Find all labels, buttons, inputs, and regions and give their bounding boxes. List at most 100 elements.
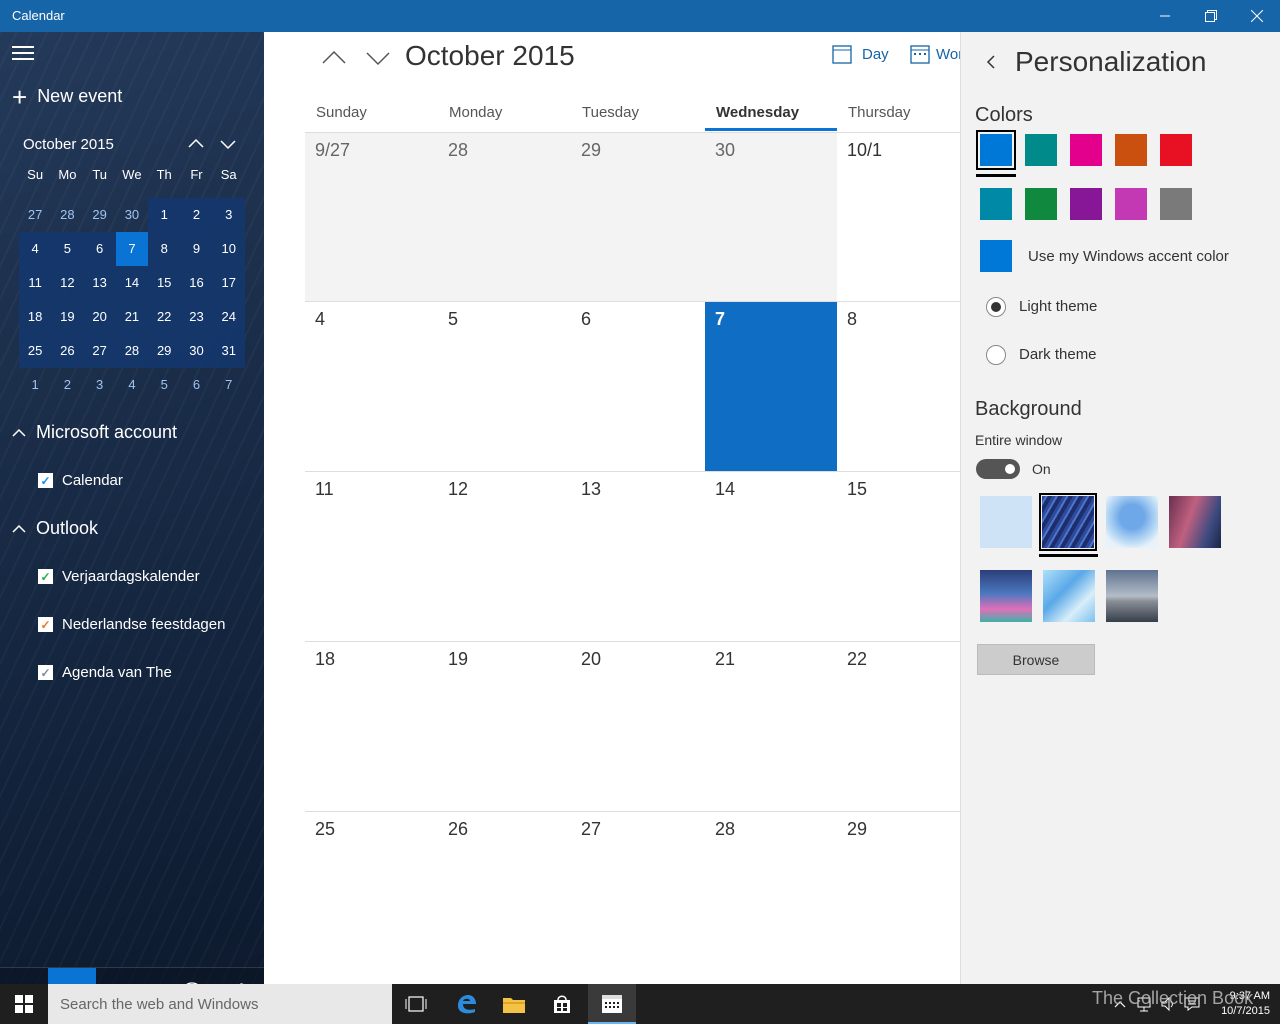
color-swatch[interactable] — [1070, 134, 1102, 166]
mini-calendar-day[interactable]: 10 — [212, 232, 245, 266]
mini-calendar-day[interactable]: 29 — [148, 334, 181, 368]
day-number[interactable]: 30 — [715, 140, 735, 161]
mini-calendar-day[interactable]: 1 — [19, 368, 51, 402]
mini-calendar-day[interactable]: 30 — [180, 334, 213, 368]
mail-button[interactable] — [0, 968, 48, 984]
background-hills[interactable] — [980, 570, 1032, 622]
calendar-checkbox[interactable]: ✓ — [38, 665, 53, 680]
mini-calendar-day[interactable]: 15 — [148, 266, 181, 300]
day-number[interactable]: 14 — [715, 479, 735, 500]
mini-calendar-day[interactable]: 7 — [213, 368, 245, 402]
mini-calendar-day[interactable]: 23 — [180, 300, 213, 334]
mini-calendar-day[interactable]: 31 — [212, 334, 245, 368]
section-outlook[interactable]: Outlook — [12, 518, 98, 539]
settings-button[interactable] — [216, 968, 264, 984]
day-number[interactable]: 9/27 — [315, 140, 350, 161]
calendar-app-button[interactable] — [588, 984, 636, 1024]
edge-browser-button[interactable] — [442, 984, 490, 1024]
mini-calendar-day[interactable]: 20 — [83, 300, 116, 334]
mini-calendar-day[interactable]: 22 — [148, 300, 181, 334]
calendar-item-nederlandse-feestdagen[interactable]: ✓ Nederlandse feestdagen — [38, 616, 225, 633]
mini-prev-month-button[interactable] — [184, 132, 208, 156]
mini-calendar-day[interactable]: 2 — [51, 368, 83, 402]
day-number[interactable]: 11 — [315, 479, 334, 500]
accent-color-label[interactable]: Use my Windows accent color — [1028, 248, 1229, 265]
color-swatch[interactable] — [1160, 188, 1192, 220]
mini-calendar-day[interactable]: 6 — [83, 232, 116, 266]
work-week-view-button[interactable]: Wor — [910, 44, 960, 64]
color-swatch[interactable] — [980, 188, 1012, 220]
light-theme-radio[interactable] — [986, 297, 1006, 317]
minimize-button[interactable] — [1142, 0, 1188, 32]
mini-calendar-day[interactable]: 11 — [19, 266, 52, 300]
entire-window-toggle[interactable] — [976, 459, 1020, 479]
mini-calendar-day[interactable]: 16 — [180, 266, 213, 300]
dark-theme-radio[interactable] — [986, 345, 1006, 365]
color-swatch[interactable] — [1025, 134, 1057, 166]
color-swatch[interactable] — [1115, 134, 1147, 166]
color-swatch[interactable] — [1160, 134, 1192, 166]
day-number[interactable]: 28 — [715, 819, 735, 840]
mini-calendar-day[interactable]: 1 — [148, 198, 181, 232]
mini-calendar-day[interactable]: 2 — [180, 198, 213, 232]
mini-calendar-day[interactable]: 30 — [116, 198, 148, 232]
store-button[interactable] — [538, 984, 586, 1024]
mini-calendar-day[interactable]: 14 — [115, 266, 149, 300]
mini-next-month-button[interactable] — [216, 132, 240, 156]
color-swatch[interactable] — [1025, 188, 1057, 220]
mini-calendar-day[interactable]: 12 — [51, 266, 84, 300]
day-view-button[interactable]: Day — [832, 44, 889, 64]
background-starburst[interactable] — [1039, 493, 1097, 551]
mini-calendar-day[interactable]: 21 — [115, 300, 149, 334]
restore-button[interactable] — [1188, 0, 1234, 32]
mini-calendar-day[interactable]: 28 — [51, 198, 83, 232]
color-swatch[interactable] — [1115, 188, 1147, 220]
mini-calendar-day[interactable]: 3 — [84, 368, 116, 402]
day-number[interactable]: 5 — [448, 309, 458, 330]
task-view-button[interactable] — [392, 984, 440, 1024]
prev-month-button[interactable] — [320, 44, 348, 72]
back-button[interactable] — [983, 54, 999, 70]
day-number[interactable]: 29 — [581, 140, 601, 161]
day-number[interactable]: 18 — [315, 649, 335, 670]
background-lake[interactable] — [1106, 570, 1158, 622]
file-explorer-button[interactable] — [490, 984, 538, 1024]
day-number[interactable]: 20 — [581, 649, 601, 670]
calendar-item-verjaardagskalender[interactable]: ✓ Verjaardagskalender — [38, 568, 200, 585]
day-number[interactable]: 6 — [581, 309, 591, 330]
new-event-button[interactable]: + New event — [12, 84, 122, 110]
calendar-checkbox[interactable]: ✓ — [38, 569, 53, 584]
accent-color-swatch[interactable] — [980, 240, 1012, 272]
calendar-checkbox[interactable]: ✓ — [38, 473, 53, 488]
browse-button[interactable]: Browse — [977, 644, 1095, 675]
mini-calendar-day[interactable]: 27 — [83, 334, 116, 368]
mini-calendar-day[interactable]: 5 — [51, 232, 84, 266]
mini-calendar-day[interactable]: 18 — [19, 300, 52, 334]
day-number[interactable]: 12 — [448, 479, 468, 500]
day-number[interactable]: 10/1 — [847, 140, 882, 161]
calendar-item-calendar[interactable]: ✓ Calendar — [38, 472, 123, 489]
mini-calendar-day[interactable]: 24 — [212, 300, 245, 334]
next-month-button[interactable] — [364, 44, 392, 72]
mini-calendar-day[interactable]: 5 — [148, 368, 180, 402]
day-number[interactable]: 29 — [847, 819, 867, 840]
feedback-button[interactable] — [168, 968, 216, 984]
mini-calendar-day[interactable]: 13 — [83, 266, 116, 300]
background-plain-light-blue[interactable] — [980, 496, 1032, 548]
day-number[interactable]: 15 — [847, 479, 867, 500]
day-number[interactable]: 25 — [315, 819, 335, 840]
day-number[interactable]: 22 — [847, 649, 867, 670]
mini-calendar-day[interactable]: 7 — [115, 232, 149, 266]
background-tree[interactable] — [1106, 496, 1158, 548]
start-button[interactable] — [0, 984, 48, 1024]
mini-calendar-day[interactable]: 29 — [84, 198, 116, 232]
hamburger-menu-icon[interactable] — [12, 46, 34, 60]
mini-calendar-day[interactable]: 8 — [148, 232, 181, 266]
day-number[interactable]: 7 — [715, 309, 725, 330]
mini-calendar-day[interactable]: 27 — [19, 198, 51, 232]
calendar-checkbox[interactable]: ✓ — [38, 617, 53, 632]
search-box[interactable]: Search the web and Windows — [48, 984, 392, 1024]
mini-calendar-day[interactable]: 9 — [180, 232, 213, 266]
mini-calendar-day[interactable]: 17 — [212, 266, 245, 300]
calendar-item-agenda-van-the[interactable]: ✓ Agenda van The — [38, 664, 172, 681]
